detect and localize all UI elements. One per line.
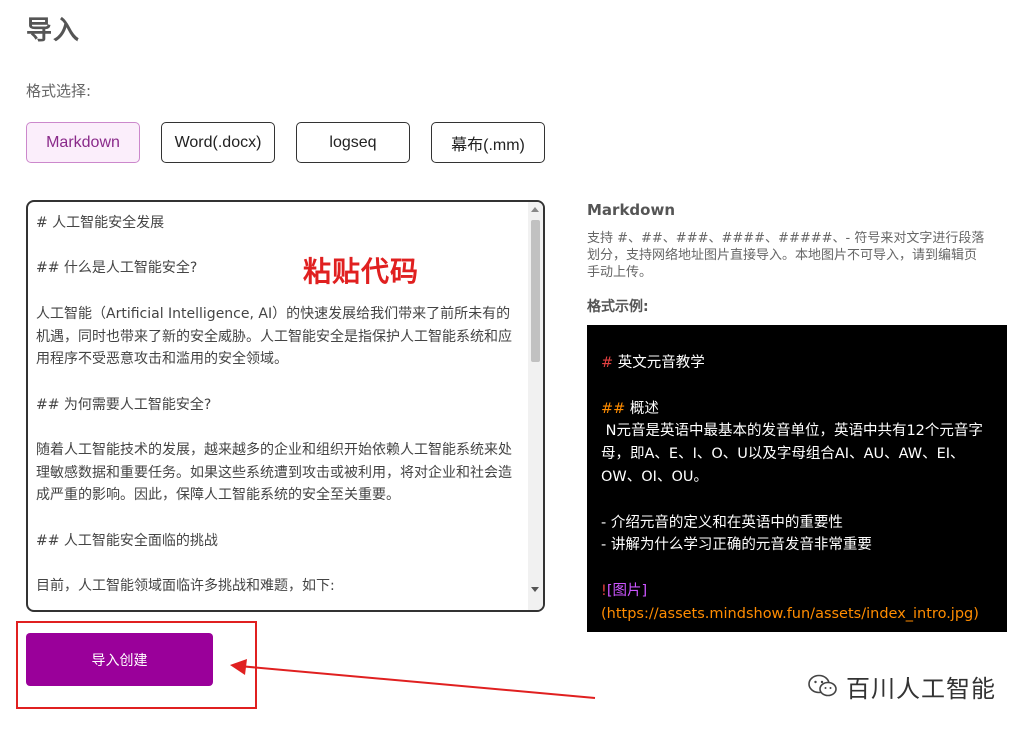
format-label: 格式选择:	[26, 82, 92, 100]
example-blank	[601, 557, 993, 580]
example-paragraph: N元音是英语中最基本的发音单位，英语中共有12个元音字母，即A、E、I、O、U以…	[601, 423, 983, 485]
example-bullet: - 讲解为什么学习正确的元音发音非常重要	[601, 537, 872, 554]
watermark-text: 百川人工智能	[846, 674, 996, 703]
editor-textarea[interactable]: # 人工智能安全发展 ## 什么是人工智能安全? 人工智能（Artificial…	[28, 202, 528, 610]
example-label: 格式示例:	[587, 299, 649, 315]
format-option-mubu[interactable]: 幕布(.mm)	[431, 122, 545, 163]
format-option-logseq[interactable]: logseq	[296, 122, 410, 163]
format-info-description: 支持 #、##、###、####、#####、- 符号来对文字进行段落划分，支持…	[587, 231, 985, 280]
markdown-editor[interactable]: # 人工智能安全发展 ## 什么是人工智能安全? 人工智能（Artificial…	[26, 200, 545, 612]
format-info-title: Markdown	[587, 201, 676, 219]
format-option-word[interactable]: Word(.docx)	[161, 122, 275, 163]
import-create-button[interactable]: 导入创建	[26, 633, 213, 686]
example-h1: # 英文元音教学	[601, 355, 705, 371]
editor-scrollbar[interactable]	[528, 202, 543, 610]
format-example-box: # 英文元音教学 ## 概述 N元音是英语中最基本的发音单位，英语中共有12个元…	[587, 325, 1007, 632]
scroll-down-icon[interactable]	[531, 587, 539, 592]
paste-code-annotation: 粘贴代码	[303, 255, 420, 288]
wechat-icon	[808, 674, 837, 697]
example-image-line: ![图片](https://assets.mindshow.fun/assets…	[601, 582, 979, 622]
watermark: 百川人工智能	[808, 668, 996, 704]
annotation-arrow	[230, 659, 596, 699]
example-blank	[601, 375, 993, 398]
page-title: 导入	[26, 16, 81, 46]
format-tabs: Markdown Word(.docx) logseq 幕布(.mm)	[26, 122, 556, 164]
example-h2: ## 概述	[601, 400, 659, 417]
format-option-markdown[interactable]: Markdown	[26, 122, 140, 163]
example-blank	[601, 489, 993, 512]
example-bullet: - 介绍元音的定义和在英语中的重要性	[601, 514, 843, 531]
scroll-thumb[interactable]	[531, 220, 540, 362]
scroll-up-icon[interactable]	[531, 207, 539, 212]
